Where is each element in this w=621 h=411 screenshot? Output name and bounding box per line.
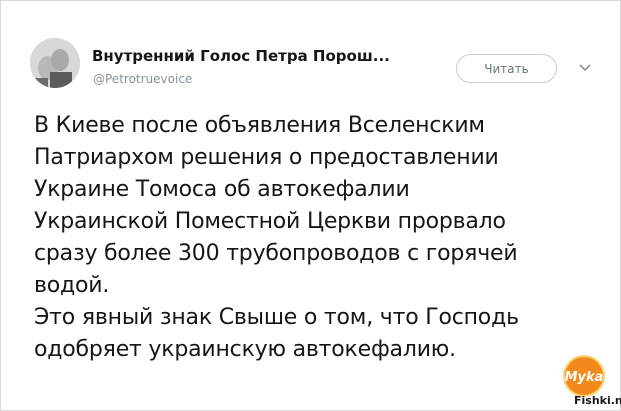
tweet-text: В Киеве после объявления Вселенским Патр… [34, 110, 594, 366]
tweet-line: В Киеве после объявления Вселенским [34, 113, 485, 138]
tweet-line: Патриархом решения о предоставлении [34, 145, 499, 170]
tweet-line: Это явный знак Свыше о том, что Господь [34, 305, 519, 330]
chevron-down-icon[interactable] [576, 58, 594, 76]
avatar[interactable] [30, 38, 80, 88]
tweet-line: водой. [34, 273, 110, 298]
tweet-line: сразу более 300 трубопроводов с горячей [34, 241, 518, 266]
svg-text:Myka: Myka [565, 370, 604, 385]
follow-button[interactable]: Читать [456, 54, 557, 83]
tweet-card: Внутренний Голос Петра Порош... @Petrotr… [0, 0, 621, 411]
tweet-line: Украинской Поместной Церкви прорвало [34, 209, 506, 234]
display-name[interactable]: Внутренний Голос Петра Порош... [92, 47, 390, 65]
tweet-line: одобряет украинскую автокефалию. [34, 337, 456, 362]
user-handle[interactable]: @Petrotruevoice [93, 72, 192, 86]
watermark-text: Fishki.net [574, 394, 621, 407]
fishki-logo-icon: Myka [561, 353, 607, 399]
tweet-line: Украине Томоса об автокефалии [34, 177, 410, 202]
avatar-photo-icon [30, 38, 80, 88]
